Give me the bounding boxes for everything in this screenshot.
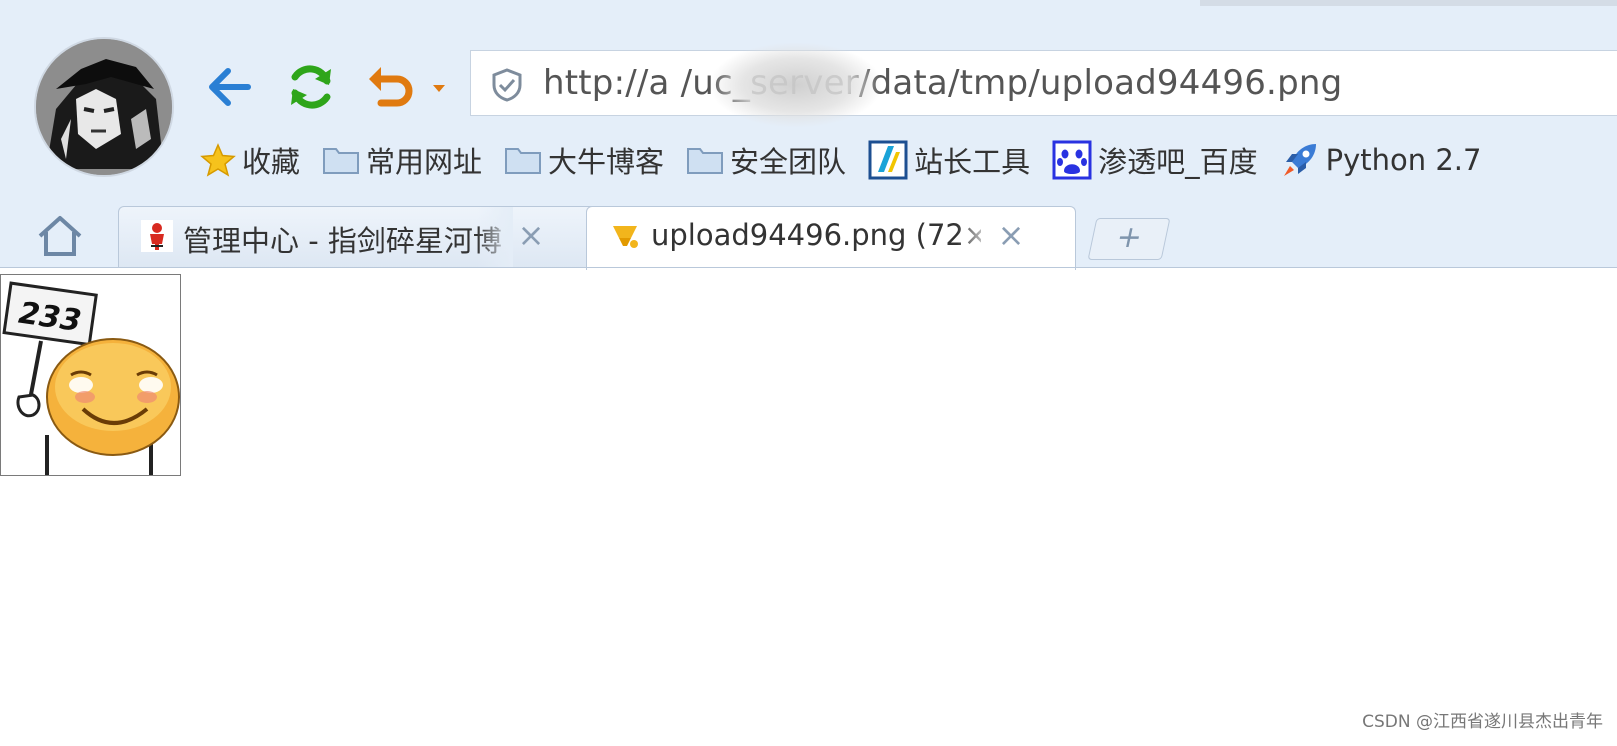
tab-strip: 管理中心 - 指剑碎星河博 × upload94496.png (72× × +: [0, 200, 1617, 270]
avatar-image: [36, 39, 172, 175]
baidu-paw-icon: [1052, 140, 1092, 180]
star-icon: [200, 143, 236, 177]
url-text[interactable]: http://a /uc_server/data/tmp/upload94496…: [543, 63, 1342, 103]
title-strip: [1200, 0, 1617, 6]
tab-admin-center[interactable]: 管理中心 - 指剑碎星河博 ×: [118, 206, 596, 268]
red-figure-favicon-icon: [141, 220, 173, 252]
refresh-button[interactable]: [280, 56, 342, 118]
tab-title-fade: [477, 207, 513, 268]
shield-icon: [492, 68, 522, 102]
folder-icon: [687, 148, 724, 174]
emoji-sign-image: 233: [1, 275, 180, 475]
tab-title: 管理中心 - 指剑碎星河博: [183, 224, 502, 258]
bookmark-label: 大牛博客: [548, 145, 665, 179]
tab-title: upload94496.png (72×: [651, 218, 981, 252]
address-bar[interactable]: http://a /uc_server/data/tmp/upload94496…: [470, 43, 1617, 127]
tab-title-fade: [957, 207, 993, 269]
displayed-image: 233: [0, 274, 181, 476]
bookmark-baidu-tieba[interactable]: 渗透吧_百度: [1052, 139, 1258, 181]
image-favicon-icon: [613, 226, 638, 248]
back-button[interactable]: [198, 56, 260, 118]
bookmark-favorites[interactable]: 收藏: [200, 139, 300, 181]
browser-chrome: http://a /uc_server/data/tmp/upload94496…: [0, 0, 1617, 270]
tab-upload-image[interactable]: upload94496.png (72× ×: [586, 206, 1076, 270]
bookmarks-bar: 收藏 常用网址 大牛博客 安全团队 站长工具 渗透吧_百度 Python 2.7: [200, 136, 1481, 184]
bookmark-label: 渗透吧_百度: [1098, 145, 1258, 179]
new-tab-button[interactable]: +: [1087, 218, 1171, 260]
bookmark-label: 常用网址: [366, 145, 483, 179]
rocket-icon: [1283, 144, 1316, 176]
bookmark-folder-security-teams[interactable]: 安全团队: [686, 139, 846, 181]
bookmark-label: 站长工具: [914, 145, 1031, 179]
home-icon: [38, 216, 82, 256]
refresh-icon: [291, 65, 331, 109]
chrome-divider: [0, 267, 1617, 268]
folder-icon: [323, 148, 360, 174]
bookmark-label: 安全团队: [730, 145, 847, 179]
csdn-watermark: CSDN @江西省遂川县杰出青年: [1362, 712, 1603, 732]
tab-close-button[interactable]: ×: [997, 219, 1025, 251]
undo-dropdown-button[interactable]: [431, 78, 447, 98]
bookmark-label: Python 2.7: [1325, 143, 1482, 177]
bookmark-label: 收藏: [242, 145, 301, 179]
bookmark-folder-common[interactable]: 常用网址: [322, 139, 482, 181]
webmaster-tool-icon: [868, 140, 908, 180]
back-arrow-icon: [209, 68, 251, 106]
bookmark-folder-blogs[interactable]: 大牛博客: [504, 139, 664, 181]
url-redaction-blur: [711, 43, 881, 127]
tab-close-button[interactable]: ×: [517, 219, 545, 251]
folder-icon: [505, 148, 542, 174]
undo-icon: [369, 67, 413, 107]
user-avatar[interactable]: [34, 37, 174, 177]
home-button[interactable]: [36, 214, 84, 258]
undo-close-tab-button[interactable]: [358, 56, 420, 118]
bookmark-webmaster-tools[interactable]: 站长工具: [868, 139, 1030, 181]
bookmark-python[interactable]: Python 2.7: [1280, 140, 1482, 180]
chevron-down-icon: [433, 85, 445, 92]
